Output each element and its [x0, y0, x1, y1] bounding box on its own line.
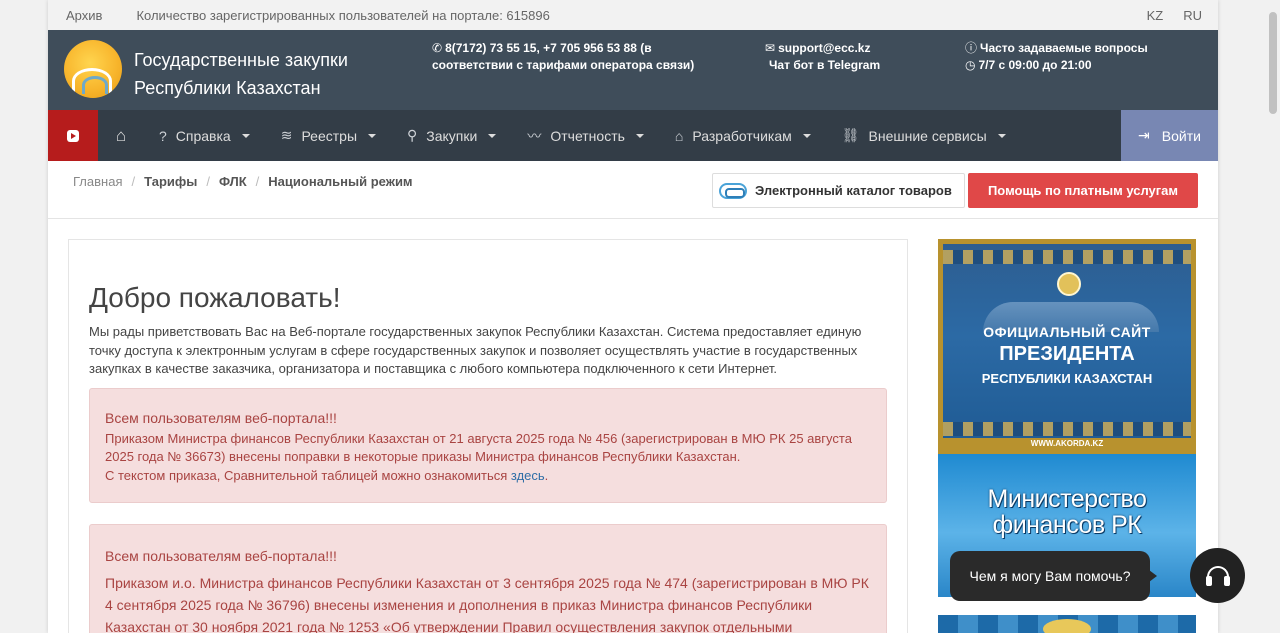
registered-users-count: Количество зарегистрированных пользовате… — [136, 7, 550, 23]
archive-link[interactable]: Архив — [66, 8, 102, 23]
page-container: Архив Количество зарегистрированных поль… — [48, 0, 1218, 633]
alert-body: Приказом и.о. Министра финансов Республи… — [105, 575, 869, 633]
alert-link-suffix: . — [544, 467, 549, 483]
banner-text-line: ОФИЦИАЛЬНЫЙ САЙТ — [983, 324, 1151, 340]
breadcrumb: Главная / Тарифы / ФЛК / Национальный ре… — [73, 174, 413, 189]
contact-block: ✉ support@ecc.kz Чат бот в Telegram — [765, 40, 880, 74]
chevron-down-icon — [488, 133, 497, 138]
link-icon: ⛓ — [841, 127, 860, 143]
info-block: ⓘ Часто задаваемые вопросы ◷ 7/7 с 09:00 д… — [965, 40, 1148, 74]
envelope-icon: ✉ — [765, 41, 776, 55]
brand-title[interactable]: Государственные закупки Республики Казах… — [134, 46, 348, 102]
brand-line-1: Государственные закупки — [134, 50, 348, 70]
nav-item-registries[interactable]: ≋ Реестры — [266, 110, 392, 161]
chevron-down-icon — [997, 133, 1006, 138]
phone-icon: ✆ — [432, 41, 443, 55]
faq-link[interactable]: Часто задаваемые вопросы — [980, 41, 1148, 55]
banner-text-line: РЕСПУБЛИКИ КАЗАХСТАН — [981, 371, 1153, 386]
sign-in-icon: ⇥ — [1138, 127, 1150, 143]
chevron-down-icon — [635, 133, 644, 138]
main-nav: ⌂ ? Справка ≋ Реестры ⚲ Закупки 〰 Отчетн… — [48, 110, 1218, 161]
question-circle-icon: ? — [159, 127, 167, 144]
chevron-down-icon — [241, 133, 250, 138]
paid-services-help-button[interactable]: Помощь по платным услугам — [968, 173, 1198, 208]
nav-item-developers[interactable]: ⌂ Разработчикам — [660, 110, 827, 161]
youtube-icon — [67, 129, 79, 142]
breadcrumb-flk[interactable]: ФЛК — [219, 174, 247, 189]
banner-text-line: финансов РК — [992, 511, 1142, 539]
alert-title: Всем пользователям веб-портала!!! — [105, 410, 337, 426]
nav-label: Внешние сервисы — [868, 127, 987, 144]
announcement-alert: Всем пользователям веб-портала!!! Приказ… — [89, 524, 887, 633]
alert-title: Всем пользователям веб-портала!!! — [105, 548, 337, 564]
welcome-panel: Добро пожаловать! Мы рады приветствовать… — [68, 239, 908, 633]
banner-url: WWW.AKORDA.KZ — [943, 438, 1191, 449]
nav-item-help[interactable]: ? Справка — [144, 110, 266, 161]
chart-line-icon: 〰 — [527, 127, 542, 144]
phone-block: ✆ 8(7172) 73 55 15, +7 705 956 53 88 (в с… — [432, 40, 694, 74]
top-bar: Архив Количество зарегистрированных поль… — [48, 0, 1218, 30]
home-icon: ⌂ — [115, 125, 127, 145]
nav-label: Закупки — [426, 127, 478, 144]
here-link[interactable]: здесь — [511, 468, 545, 483]
working-hours: 7/7 с 09:00 до 21:00 — [978, 58, 1092, 72]
alert-link-prefix: С текстом приказа, Сравнительной таблице… — [105, 467, 511, 483]
login-button[interactable]: ⇥ Войти — [1121, 110, 1218, 161]
catalog-logo-icon — [719, 182, 747, 199]
lang-kz-link[interactable]: KZ — [1147, 8, 1164, 23]
chevron-down-icon — [802, 133, 811, 138]
nav-item-reports[interactable]: 〰 Отчетность — [512, 110, 660, 161]
chat-support-button[interactable] — [1190, 548, 1245, 603]
page-title: Добро пожаловать! — [89, 282, 341, 313]
banner-text-line: ПРЕЗИДЕНТА — [999, 343, 1135, 365]
intro-text: Мы рады приветствовать Вас на Веб-портал… — [89, 324, 862, 376]
headset-icon — [1205, 565, 1230, 586]
nav-label: Разработчикам — [692, 127, 792, 144]
electronic-catalog-button[interactable]: Электронный каталог товаров — [712, 173, 965, 208]
chat-prompt-bubble[interactable]: Чем я могу Вам помочь? — [950, 551, 1157, 601]
breadcrumb-tariffs[interactable]: Тарифы — [144, 174, 197, 189]
chevron-down-icon — [368, 133, 377, 138]
phone-line-1: 8(7172) 73 55 15, +7 705 956 53 88 (в — [445, 41, 652, 55]
banner-text-line: Министерство — [987, 485, 1147, 513]
logo-icon[interactable] — [64, 40, 122, 98]
lang-ru-link[interactable]: RU — [1183, 8, 1202, 23]
breadcrumb-separator: / — [206, 174, 210, 189]
third-banner[interactable] — [938, 615, 1196, 633]
breadcrumb-bar: Главная / Тарифы / ФЛК / Национальный ре… — [48, 161, 1218, 219]
nav-item-external-services[interactable]: ⛓ Внешние сервисы — [827, 110, 1022, 161]
alert-body: Приказом Министра финансов Республики Ка… — [105, 430, 852, 465]
question-circle-icon: ⓘ — [965, 41, 978, 55]
scrollbar-thumb[interactable] — [1269, 12, 1277, 114]
nav-item-purchases[interactable]: ⚲ Закупки — [392, 110, 512, 161]
phone-line-2: соответствии с тарифами оператора связи) — [432, 58, 695, 72]
catalog-button-label: Электронный каталог товаров — [755, 183, 952, 198]
tag-icon: ⌂ — [674, 127, 684, 144]
telegram-bot-link[interactable]: Чат бот в Telegram — [765, 57, 880, 74]
home-button[interactable]: ⌂ — [98, 110, 144, 161]
breadcrumb-national-regime[interactable]: Национальный режим — [268, 174, 412, 189]
alert-link-line: С текстом приказа, Сравнительной таблице… — [105, 467, 871, 486]
brand-line-2: Республики Казахстан — [134, 78, 321, 98]
youtube-button[interactable] — [48, 110, 98, 161]
nav-label: Реестры — [301, 127, 358, 144]
language-switcher: KZ RU — [1147, 8, 1202, 23]
emblem-icon — [1057, 272, 1081, 296]
clock-icon: ◷ — [965, 58, 976, 72]
search-icon: ⚲ — [407, 127, 418, 143]
breadcrumb-home[interactable]: Главная — [73, 174, 122, 189]
president-site-banner[interactable]: ОФИЦИАЛЬНЫЙ САЙТ ПРЕЗИДЕНТА РЕСПУБЛИКИ К… — [938, 239, 1196, 454]
breadcrumb-separator: / — [255, 174, 260, 189]
layers-icon: ≋ — [280, 127, 293, 143]
announcement-alert: Всем пользователям веб-портала!!! Приказ… — [89, 388, 887, 503]
site-header: Государственные закупки Республики Казах… — [48, 30, 1218, 110]
nav-label: Отчетность — [550, 127, 625, 144]
breadcrumb-separator: / — [131, 174, 136, 189]
support-email[interactable]: support@ecc.kz — [778, 41, 870, 55]
nav-label: Справка — [175, 127, 231, 144]
scrollbar[interactable] — [1266, 0, 1280, 633]
login-label: Войти — [1161, 127, 1201, 144]
